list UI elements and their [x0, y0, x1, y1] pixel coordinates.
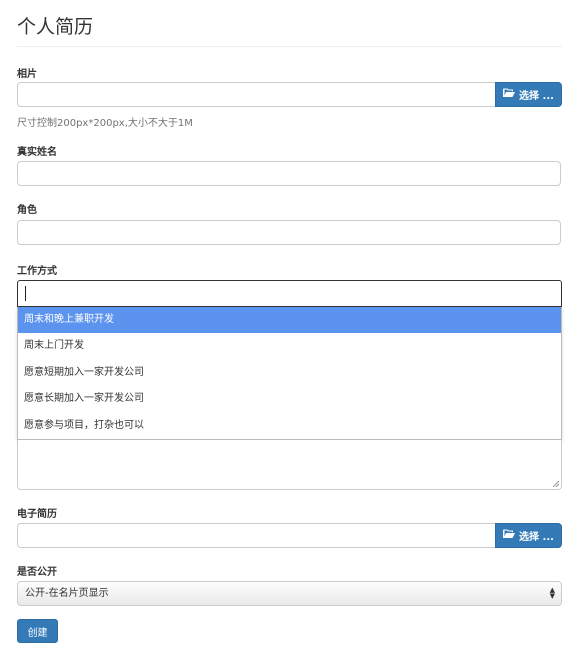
- dropdown-option[interactable]: 周末上门开发: [18, 333, 561, 359]
- photo-file-field[interactable]: [17, 82, 495, 107]
- photo-browse-label: 选择 ...: [519, 91, 554, 102]
- role-label: 角色: [17, 205, 37, 216]
- public-select-value: 公开-在名片页显示: [25, 588, 109, 599]
- dropdown-option[interactable]: 愿意参与项目，打杂也可以: [18, 413, 561, 439]
- photo-label: 相片: [17, 69, 37, 80]
- dropdown-option[interactable]: 愿意长期加入一家开发公司: [18, 386, 561, 412]
- folder-open-icon: [503, 529, 516, 542]
- resume-browse-button[interactable]: 选择 ...: [495, 523, 562, 548]
- text-caret: [25, 286, 26, 301]
- work-mode-label: 工作方式: [17, 266, 57, 277]
- public-select[interactable]: 公开-在名片页显示 ▲ ▼: [17, 581, 562, 606]
- create-button[interactable]: 创建: [17, 619, 58, 643]
- description-textarea[interactable]: [17, 440, 562, 490]
- public-label: 是否公开: [17, 567, 57, 578]
- real-name-input[interactable]: [17, 161, 561, 186]
- dropdown-option[interactable]: 愿意短期加入一家开发公司: [18, 360, 561, 386]
- photo-help-text: 尺寸控制200px*200px,大小不大于1M: [17, 118, 193, 129]
- resume-browse-label: 选择 ...: [519, 532, 554, 543]
- work-mode-input[interactable]: [17, 280, 562, 307]
- title-divider: [17, 46, 562, 47]
- photo-browse-button[interactable]: 选择 ...: [495, 82, 562, 107]
- role-input[interactable]: [17, 220, 561, 245]
- resume-file-field[interactable]: [17, 523, 495, 548]
- resume-label: 电子简历: [17, 509, 57, 520]
- work-mode-dropdown: 周末和晚上兼职开发 周末上门开发 愿意短期加入一家开发公司 愿意长期加入一家开发…: [17, 307, 562, 440]
- page-title: 个人简历: [17, 16, 94, 38]
- real-name-label: 真实姓名: [17, 147, 57, 158]
- select-arrows-icon: ▲ ▼: [549, 586, 555, 600]
- dropdown-option[interactable]: 周末和晚上兼职开发: [18, 307, 561, 334]
- resize-grip-icon[interactable]: [553, 481, 559, 487]
- folder-open-icon: [503, 88, 516, 101]
